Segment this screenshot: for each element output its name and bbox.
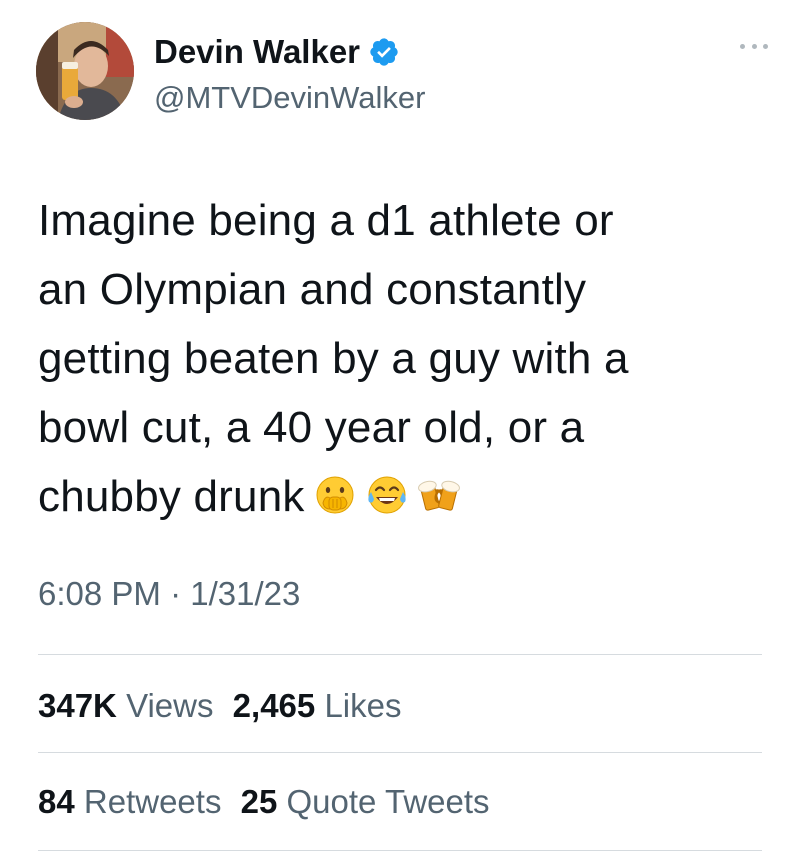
tweet-time: 6:08 PM — [38, 575, 161, 612]
divider — [38, 752, 762, 753]
more-options-icon[interactable] — [740, 40, 768, 52]
clinking-beer-mugs-icon — [417, 481, 460, 512]
retweets-label: Retweets — [83, 783, 222, 820]
tweet-text-line: chubby drunk — [38, 472, 305, 521]
divider — [38, 654, 762, 655]
tweet-date: 1/31/23 — [190, 575, 301, 612]
display-name[interactable]: Devin Walker — [154, 32, 360, 72]
tweet-text: Imagine being a d1 athlete or an Olympia… — [38, 186, 768, 531]
tweet-timestamp[interactable]: 6:08 PM · 1/31/23 — [38, 572, 300, 616]
stats-row-views-likes: 347K Views 2,465 Likes — [38, 684, 411, 728]
tweet-text-line: bowl cut, a 40 year old, or a — [38, 403, 585, 452]
likes-stat[interactable]: 2,465 Likes — [233, 687, 402, 724]
quote-tweets-stat[interactable]: 25 Quote Tweets — [241, 783, 490, 820]
tweet-text-line: getting beaten by a guy with a — [38, 334, 629, 383]
avatar-image — [36, 22, 134, 120]
quotes-count: 25 — [240, 783, 278, 820]
name-row: Devin Walker — [154, 32, 425, 72]
views-stat[interactable]: 347K Views — [38, 687, 214, 724]
divider — [38, 850, 762, 851]
quotes-label: Quote Tweets — [286, 783, 490, 820]
tweet-header: Devin Walker @MTVDevinWalker — [36, 22, 776, 132]
tweet-text-line: Imagine being a d1 athlete or — [38, 196, 614, 245]
likes-label: Likes — [324, 687, 402, 724]
verified-badge-icon — [370, 38, 398, 66]
tweet-text-last-line: chubby drunk — [38, 462, 768, 531]
retweets-stat[interactable]: 84 Retweets — [38, 783, 221, 820]
likes-count: 2,465 — [232, 687, 316, 724]
handle[interactable]: @MTVDevinWalker — [154, 78, 425, 118]
tweet-text-line: an Olympian and constantly — [38, 265, 587, 314]
views-count: 347K — [38, 687, 117, 724]
stats-row-retweets-quotes: 84 Retweets 25 Quote Tweets — [38, 780, 500, 824]
retweets-count: 84 — [38, 783, 75, 820]
author-block: Devin Walker @MTVDevinWalker — [154, 32, 425, 118]
views-label: Views — [126, 687, 214, 724]
timestamp-separator: · — [170, 575, 182, 612]
avatar[interactable] — [36, 22, 134, 120]
tears-of-joy-icon — [367, 476, 406, 514]
emoji-group — [313, 473, 461, 517]
face-with-hand-over-mouth-icon — [316, 476, 354, 514]
